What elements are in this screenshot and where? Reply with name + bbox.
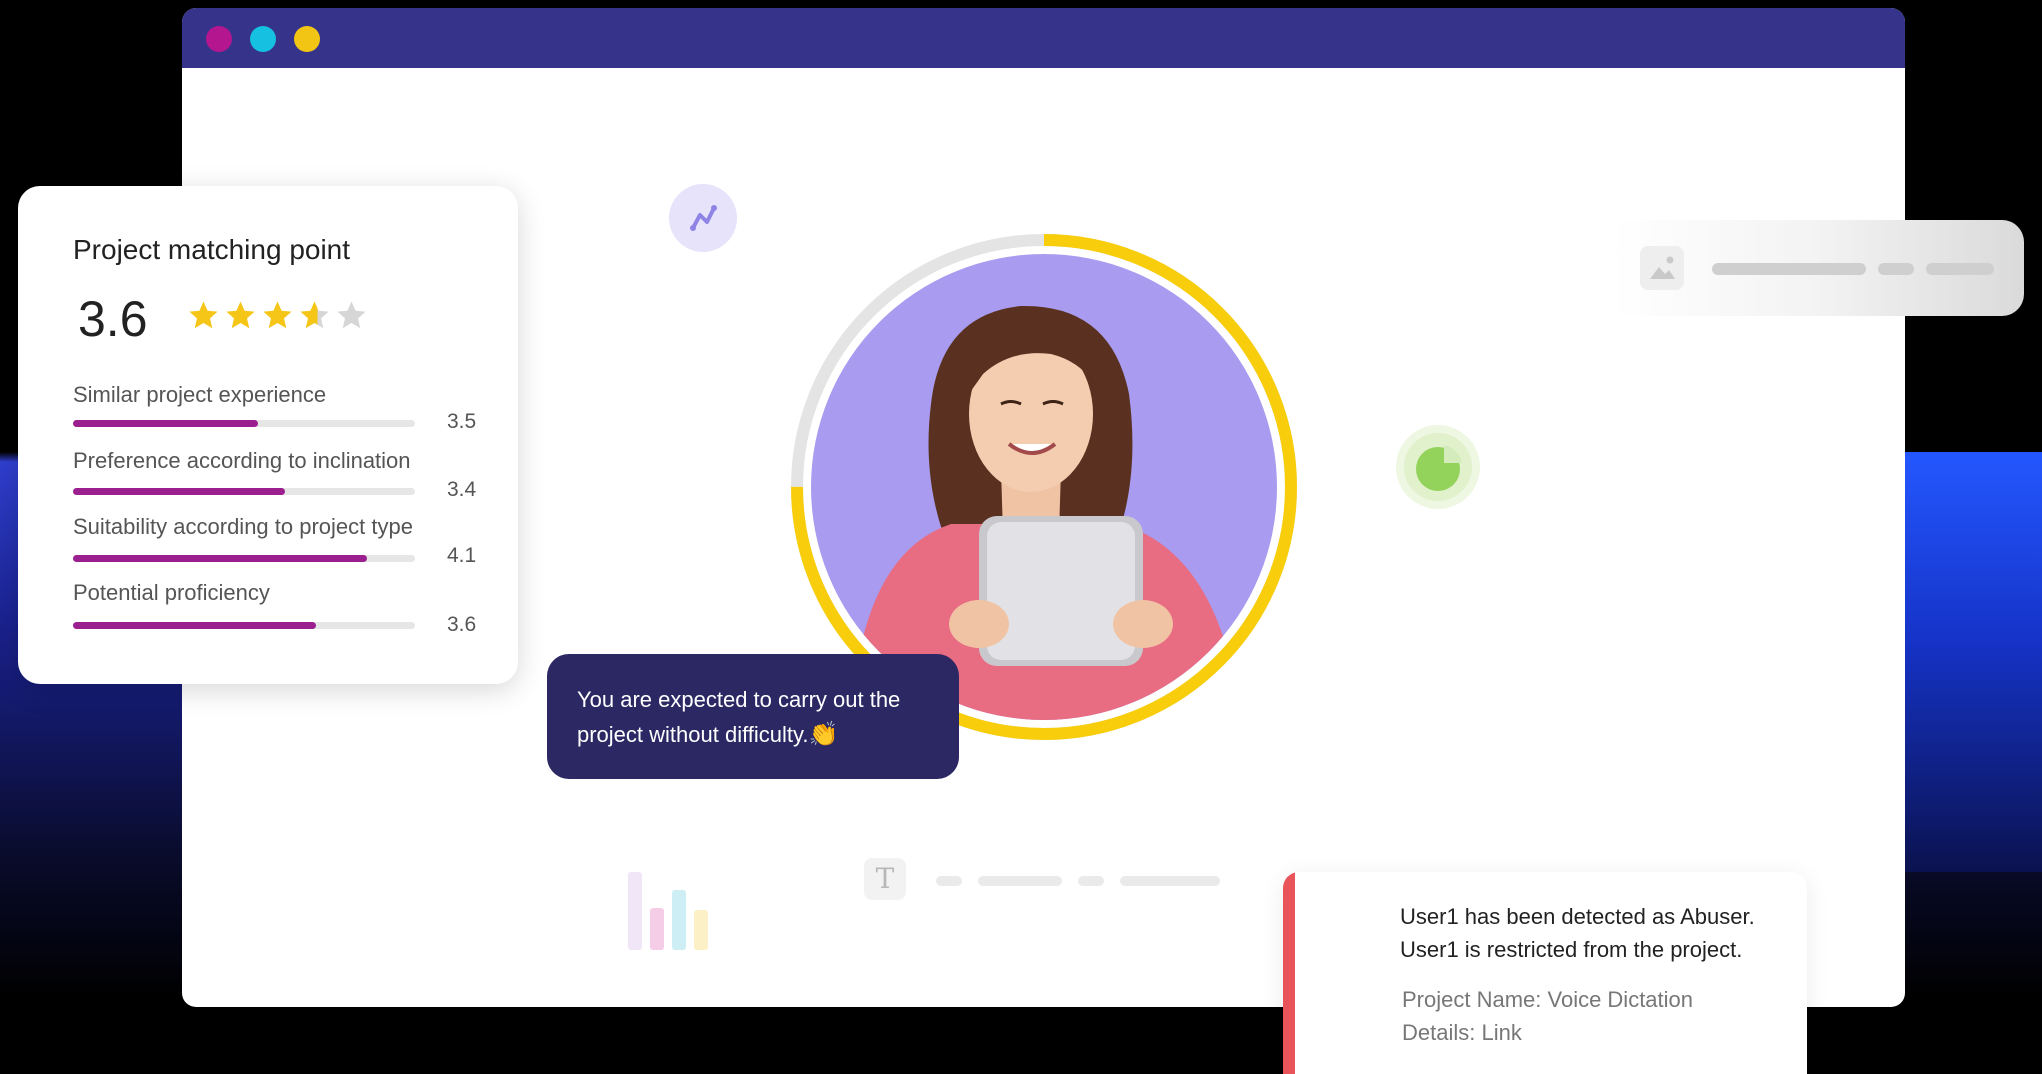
star-icon xyxy=(337,301,366,329)
metric-value: 4.1 xyxy=(447,544,477,567)
pie-chart-icon xyxy=(1396,425,1480,509)
alert-accent-stripe xyxy=(1283,872,1295,1074)
placeholder-bar xyxy=(1878,263,1914,275)
feedback-bubble: You are expected to carry out the projec… xyxy=(547,654,959,779)
person-with-tablet-illustration xyxy=(851,305,1241,720)
project-matching-card: Project matching point 3.6 Similar proje… xyxy=(18,186,518,684)
metric-value: 3.5 xyxy=(447,410,477,433)
metric-value: 3.6 xyxy=(447,613,477,636)
metric-bar-fill xyxy=(73,622,316,629)
alert-details-link[interactable]: Details: Link xyxy=(1402,1020,1522,1046)
metric-label: Similar project experience xyxy=(73,382,327,407)
placeholder-bar xyxy=(1926,263,1994,275)
placeholder-bar xyxy=(936,876,962,886)
background-glow xyxy=(1900,452,2042,872)
star-rating xyxy=(188,300,367,338)
placeholder-bar xyxy=(978,876,1062,886)
star-icon xyxy=(189,301,218,329)
metric-bar-fill xyxy=(73,555,368,562)
text-placeholder-row: T xyxy=(862,856,1252,926)
trend-line-icon xyxy=(669,184,737,252)
star-icon xyxy=(300,301,329,329)
alert-message-line: User1 is restricted from the project. xyxy=(1400,937,1743,962)
feedback-text: You are expected to carry out the projec… xyxy=(577,687,901,747)
media-placeholder-card xyxy=(1612,220,2024,316)
alert-message-line: User1 has been detected as Abuser. xyxy=(1400,904,1755,929)
bar-chart-icon xyxy=(626,870,716,950)
metric-bar-track xyxy=(73,622,415,629)
alert-project-name: Project Name: Voice Dictation xyxy=(1402,987,1694,1012)
feedback-message: You are expected to carry out the projec… xyxy=(577,682,947,752)
metric-row: Potential proficiency 3.6 xyxy=(73,580,493,640)
window-minimize-button[interactable] xyxy=(250,26,276,52)
metric-bar-fill xyxy=(73,420,258,427)
metric-row: Suitability according to project type 4.… xyxy=(73,514,493,574)
metric-label: Suitability according to project type xyxy=(73,514,413,539)
star-icon xyxy=(263,301,292,329)
metric-row: Preference according to inclination 3.4 xyxy=(73,448,493,508)
abuser-alert-card: User1 has been detected as Abuser. User1… xyxy=(1283,872,1807,1074)
metric-bar-track xyxy=(73,555,415,562)
window-close-button[interactable] xyxy=(206,26,232,52)
metric-label: Preference according to inclination xyxy=(73,448,411,473)
window-maximize-button[interactable] xyxy=(294,26,320,52)
placeholder-bar xyxy=(1078,876,1104,886)
clapping-hands-emoji: 👏 xyxy=(808,721,839,748)
card-title: Project matching point xyxy=(73,234,351,265)
placeholder-bar xyxy=(1712,263,1866,275)
metric-bar-track xyxy=(73,488,415,495)
placeholder-bar xyxy=(1120,876,1220,886)
metric-bar-track xyxy=(73,420,415,427)
text-format-icon: T xyxy=(864,858,906,900)
avatar xyxy=(811,254,1277,720)
metric-value: 3.4 xyxy=(447,478,477,501)
image-icon xyxy=(1640,246,1684,290)
metric-bar-fill xyxy=(73,488,286,495)
window-titlebar xyxy=(182,8,1905,68)
star-icon xyxy=(226,301,255,329)
overall-score: 3.6 xyxy=(78,291,148,347)
metric-label: Potential proficiency xyxy=(73,580,270,605)
metric-row: Similar project experience 3.5 xyxy=(73,382,493,442)
